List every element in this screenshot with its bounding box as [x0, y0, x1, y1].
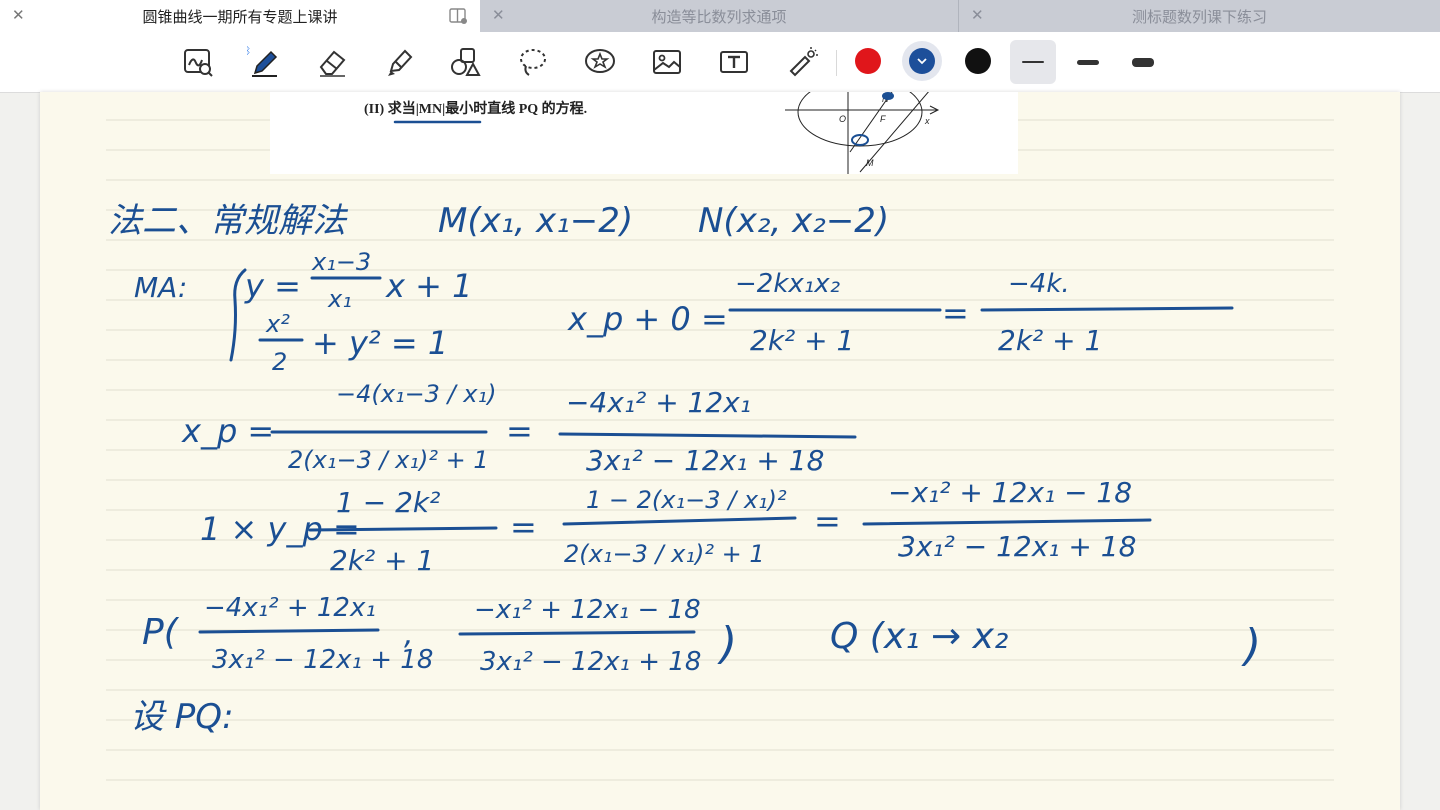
image-icon	[653, 50, 681, 74]
note-system-tail: x + 1	[385, 267, 472, 305]
note-yp-den3: 3x₁² − 12x₁ + 18	[898, 530, 1136, 563]
note-xp0-eq: =	[942, 294, 969, 332]
note-p-label: P(	[142, 612, 180, 653]
note-system2-tail: + y² = 1	[312, 324, 448, 362]
tab-bar: ✕ 圆锥曲线一期所有专题上课讲 ✕ 构造等比数列求通项 ✕ 测标题数列课下练习	[0, 0, 1440, 32]
note-p-num2: −x₁² + 12x₁ − 18	[474, 595, 701, 625]
highlighter-icon	[388, 49, 413, 76]
note-yp-num2: 1 − 2(x₁−3 / x₁)²	[586, 486, 787, 514]
note-yp-num3: −x₁² + 12x₁ − 18	[888, 476, 1132, 509]
note-system-line1: y =	[244, 267, 301, 305]
notebook-page[interactable]: (II) 求当|MN|最小时直线 PQ 的方程. x O F N M 法二、常规…	[40, 92, 1400, 810]
note-yp-eq: =	[510, 508, 537, 546]
close-tab-icon[interactable]: ✕	[12, 6, 25, 24]
note-fraction-num: x₁−3	[311, 248, 371, 276]
shapes-button[interactable]	[444, 40, 488, 84]
laser-pointer-button[interactable]	[780, 40, 824, 84]
eraser-button[interactable]	[310, 40, 354, 84]
note-xp0-den2: 2k² + 1	[998, 324, 1102, 357]
note-ma-label: MA:	[134, 271, 187, 304]
pen-icon: ᛒ	[247, 46, 278, 77]
laser-pointer-icon	[789, 47, 818, 77]
note-xp-eq: =	[506, 412, 533, 450]
color-red-swatch[interactable]	[855, 48, 881, 74]
note-p-den1: 3x₁² − 12x₁ + 18	[212, 645, 433, 675]
toolbar-divider	[836, 50, 837, 76]
thickness-medium-button[interactable]	[1065, 40, 1111, 84]
pen-button[interactable]: ᛒ	[242, 40, 286, 84]
note-method2: 法二、常规解法	[108, 201, 349, 241]
note-p-comma: ,	[404, 617, 414, 652]
eraser-icon	[319, 50, 346, 77]
note-point-m: M(x₁, x₁−2)	[438, 201, 633, 241]
lasso-icon	[520, 49, 546, 76]
note-xp0-den: 2k² + 1	[750, 324, 854, 357]
tab-title: 圆锥曲线一期所有专题上课讲	[142, 8, 338, 26]
note-xp-den2: 3x₁² − 12x₁ + 18	[586, 444, 824, 477]
shapes-icon	[451, 48, 481, 76]
note-system2-den: 2	[272, 348, 287, 376]
text-box-button[interactable]	[712, 40, 756, 84]
note-system2-num: x²	[265, 310, 290, 338]
tab-geometric-sequence[interactable]: ✕ 构造等比数列求通项	[480, 0, 958, 32]
note-xp0-num2: −4k.	[1008, 269, 1070, 299]
drawing-toolbar: ᛒ	[0, 32, 1440, 93]
note-set-pq: 设 PQ:	[130, 697, 234, 737]
tab-title: 测标题数列课下练习	[1131, 8, 1267, 26]
note-p-num1: −4x₁² + 12x₁	[204, 593, 376, 623]
note-yp-den2: 2(x₁−3 / x₁)² + 1	[564, 540, 765, 568]
sticker-button[interactable]	[578, 40, 622, 84]
image-button[interactable]	[645, 40, 689, 84]
note-yp-eq2: =	[814, 502, 841, 540]
note-yp-den: 2k² + 1	[330, 544, 434, 577]
sticker-icon	[585, 49, 615, 73]
tab-sequence-practice[interactable]: ✕ 测标题数列课下练习	[959, 0, 1440, 32]
zoom-handwriting-button[interactable]	[176, 40, 220, 84]
lasso-button[interactable]	[511, 40, 555, 84]
note-q-label: Q (x₁ → x₂	[830, 616, 1008, 657]
note-xp-num: −4(x₁−3 / x₁)	[336, 380, 496, 408]
note-xp-den: 2(x₁−3 / x₁)² + 1	[288, 446, 489, 474]
svg-text:ᛒ: ᛒ	[247, 46, 251, 57]
note-fraction-den: x₁	[327, 285, 352, 313]
handwriting-layer: 法二、常规解法 M(x₁, x₁−2) N(x₂, x₂−2) MA: y = …	[108, 201, 1261, 737]
close-tab-icon[interactable]: ✕	[971, 6, 984, 24]
note-xp0-num: −2kx₁x₂	[735, 269, 840, 299]
chevron-down-icon	[917, 58, 927, 65]
split-view-icon[interactable]	[448, 6, 468, 26]
text-box-icon	[720, 51, 748, 73]
note-point-n: N(x₂, x₂−2)	[698, 201, 889, 241]
highlighter-button[interactable]	[377, 40, 421, 84]
note-xp-lhs: x_p =	[181, 412, 274, 450]
zoom-handwriting-icon	[184, 49, 213, 77]
tab-conic-lecture[interactable]: ✕ 圆锥曲线一期所有专题上课讲	[0, 0, 480, 32]
note-q-close: )	[1241, 620, 1261, 671]
close-tab-icon[interactable]: ✕	[492, 6, 505, 24]
color-blue-swatch[interactable]	[909, 48, 935, 74]
note-yp-num: 1 − 2k²	[336, 486, 440, 519]
note-xp0-lhs: x_p + 0 =	[567, 300, 728, 338]
note-xp-num2: −4x₁² + 12x₁	[566, 386, 751, 419]
tab-title: 构造等比数列求通项	[651, 8, 787, 26]
note-p-close: )	[717, 618, 737, 669]
note-p-den2: 3x₁² − 12x₁ + 18	[480, 647, 701, 677]
thickness-thin-button[interactable]	[1010, 40, 1056, 84]
color-black-swatch[interactable]	[965, 48, 991, 74]
thickness-thick-button[interactable]	[1120, 40, 1166, 84]
